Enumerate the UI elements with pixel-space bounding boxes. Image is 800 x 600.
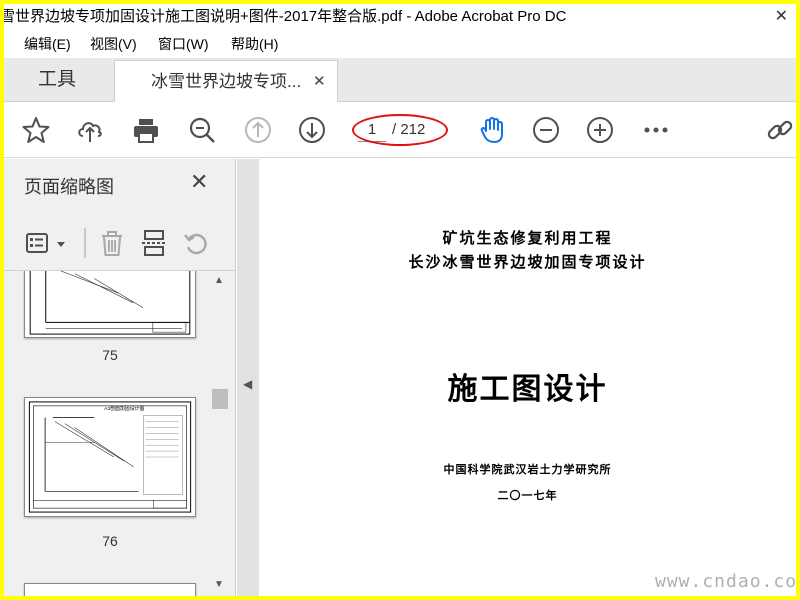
page-down-icon[interactable] xyxy=(298,116,326,144)
doc-year: 二〇一七年 xyxy=(497,489,558,502)
page-up-icon[interactable] xyxy=(244,116,272,144)
window-title: 雪世界边坡专项加固设计施工图说明+图件-2017年整合版.pdf - Adobe… xyxy=(4,8,567,25)
link-icon[interactable] xyxy=(766,116,794,144)
panel-scrollbar[interactable]: ▲ ▼ xyxy=(208,271,232,596)
thumbnail-page-75[interactable] xyxy=(24,271,196,338)
panel-toolbar xyxy=(4,217,236,271)
trash-icon[interactable] xyxy=(98,229,126,257)
highlight-oval xyxy=(352,114,448,146)
tab-document-label: 冰雪世界边坡专项... xyxy=(151,72,302,91)
main-toolbar: 1 / 212 xyxy=(4,102,796,158)
doc-organization: 中国科学院武汉岩土力学研究所 xyxy=(443,463,612,476)
options-menu-icon[interactable] xyxy=(24,229,52,257)
hand-tool-icon[interactable] xyxy=(478,116,506,144)
menu-view[interactable]: 视图(V) xyxy=(90,30,137,58)
doc-heading-line2: 长沙冰雪世界边坡加固专项设计 xyxy=(408,253,647,271)
menu-window[interactable]: 窗口(W) xyxy=(158,30,209,58)
menu-bar: 编辑(E) 视图(V) 窗口(W) 帮助(H) xyxy=(4,30,796,58)
page-number-field: 1 / 212 xyxy=(352,114,448,146)
panel-title: 页面缩略图 xyxy=(24,177,114,197)
chevron-down-icon[interactable] xyxy=(54,229,68,257)
thumbnail-label: 75 xyxy=(102,347,118,363)
zoom-out-icon[interactable] xyxy=(532,116,560,144)
tab-tools[interactable]: 工具 xyxy=(38,58,76,102)
collapse-arrow-icon[interactable]: ◀ xyxy=(243,377,252,391)
panel-close-button[interactable]: ✕ xyxy=(190,169,208,195)
document-page: 矿坑生态修复利用工程 长沙冰雪世界边坡加固专项设计 施工图设计 中国科学院武汉岩… xyxy=(259,159,796,596)
tab-document[interactable]: 冰雪世界边坡专项... ✕ xyxy=(114,60,338,102)
print-icon[interactable] xyxy=(132,116,160,144)
more-icon[interactable] xyxy=(642,116,670,144)
insert-page-icon[interactable] xyxy=(140,229,168,257)
scrollbar-thumb[interactable] xyxy=(212,389,228,409)
scroll-up-icon[interactable]: ▲ xyxy=(214,275,224,286)
rotate-icon[interactable] xyxy=(182,229,210,257)
star-icon[interactable] xyxy=(22,116,50,144)
menu-help[interactable]: 帮助(H) xyxy=(231,30,278,58)
cloud-upload-icon[interactable] xyxy=(76,116,104,144)
watermark: www.cndao.com xyxy=(655,571,796,592)
thumbnail-label: 76 xyxy=(102,533,118,549)
thumbnail-page-76[interactable]: A3剖面加固设计图 xyxy=(24,397,196,517)
thumbnails-panel: 页面缩略图 ✕ 75 A3剖面加固设计图 76 ▲ ▼ xyxy=(4,159,236,596)
tab-bar: 工具 冰雪世界边坡专项... ✕ xyxy=(4,58,796,102)
scroll-down-icon[interactable]: ▼ xyxy=(214,579,224,590)
document-view: 矿坑生态修复利用工程 长沙冰雪世界边坡加固专项设计 施工图设计 中国科学院武汉岩… xyxy=(259,159,796,596)
window-close-button[interactable]: ✕ xyxy=(775,4,788,30)
thumbnail-list: 75 A3剖面加固设计图 76 xyxy=(4,271,216,596)
svg-text:A3剖面加固设计图: A3剖面加固设计图 xyxy=(104,405,144,412)
zoom-out-magnifier-icon[interactable] xyxy=(188,116,216,144)
title-bar: 雪世界边坡专项加固设计施工图说明+图件-2017年整合版.pdf - Adobe… xyxy=(4,4,796,30)
toolbar-divider xyxy=(84,228,86,258)
doc-main-title: 施工图设计 xyxy=(447,372,608,407)
doc-heading-line1: 矿坑生态修复利用工程 xyxy=(442,229,613,247)
app-window: 雪世界边坡专项加固设计施工图说明+图件-2017年整合版.pdf - Adobe… xyxy=(4,4,796,596)
panel-collapse-strip[interactable]: ◀ xyxy=(237,159,259,596)
menu-edit[interactable]: 编辑(E) xyxy=(24,30,71,58)
thumbnail-page-77[interactable] xyxy=(24,583,196,596)
zoom-in-icon[interactable] xyxy=(586,116,614,144)
tab-close-button[interactable]: ✕ xyxy=(313,61,326,103)
